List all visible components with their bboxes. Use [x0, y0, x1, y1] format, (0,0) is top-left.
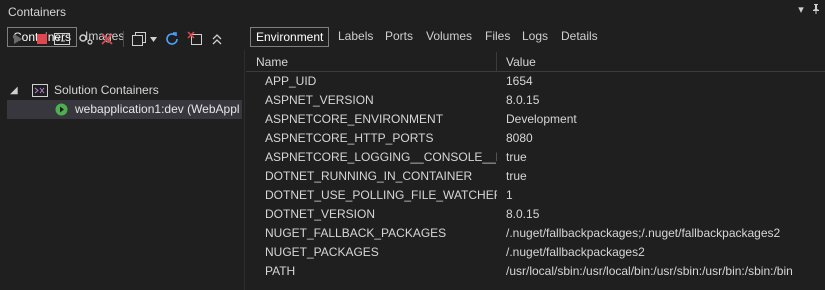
env-value: /.nuget/fallbackpackages2 — [506, 245, 645, 259]
env-value: 1654 — [506, 74, 533, 88]
expand-arrow-icon[interactable]: ◢ — [10, 81, 18, 100]
running-status-icon — [55, 103, 68, 119]
tree-item-webapplication1[interactable]: webapplication1:dev (WebAppl — [7, 100, 242, 119]
table-row[interactable]: APP_UID 1654 — [246, 71, 825, 90]
tab-files[interactable]: Files — [480, 27, 515, 46]
env-value: Development — [506, 112, 577, 126]
column-header-value[interactable]: Value — [506, 55, 536, 69]
start-icon[interactable] — [9, 30, 27, 48]
tree-item-solution-containers[interactable]: ◢ Solution Containers — [7, 81, 242, 100]
tab-ports[interactable]: Ports — [380, 27, 418, 46]
terminal-icon[interactable] — [53, 30, 71, 48]
env-name: NUGET_PACKAGES — [265, 245, 379, 259]
solution-icon — [32, 84, 48, 100]
table-row[interactable]: ASPNETCORE_HTTP_PORTS 8080 — [246, 128, 825, 147]
env-name: NUGET_FALLBACK_PACKAGES — [265, 226, 447, 240]
env-name: ASPNET_VERSION — [265, 93, 374, 107]
env-name: ASPNETCORE_ENVIRONMENT — [265, 112, 444, 126]
env-name: ASPNETCORE_LOGGING__CONSOLE__DISA... — [265, 150, 497, 164]
tab-logs[interactable]: Logs — [517, 27, 553, 46]
tab-details[interactable]: Details — [556, 27, 603, 46]
table-row[interactable]: DOTNET_RUNNING_IN_CONTAINER true — [246, 166, 825, 185]
env-value: true — [506, 169, 527, 183]
details-pane: Environment Labels Ports Volumes Files L… — [246, 24, 825, 290]
env-name: DOTNET_RUNNING_IN_CONTAINER — [265, 169, 473, 183]
env-value: /.nuget/fallbackpackages;/.nuget/fallbac… — [506, 226, 781, 240]
table-row[interactable]: NUGET_FALLBACK_PACKAGES /.nuget/fallback… — [246, 223, 825, 242]
env-value: 8080 — [506, 131, 533, 145]
tree-child-label: webapplication1:dev (WebAppl — [75, 102, 240, 116]
table-row[interactable]: DOTNET_USE_POLLING_FILE_WATCHER 1 — [246, 185, 825, 204]
tab-environment[interactable]: Environment — [250, 27, 330, 47]
delete-icon[interactable] — [98, 30, 116, 48]
env-name: DOTNET_VERSION — [265, 207, 376, 221]
env-name: APP_UID — [265, 74, 317, 88]
env-value: true — [506, 150, 527, 164]
containers-pane: Containers Images ◢ Solution Containers — [0, 24, 246, 290]
env-name: PATH — [265, 264, 296, 278]
table-row[interactable]: PATH /usr/local/sbin:/usr/local/bin:/usr… — [246, 261, 825, 280]
settings-icon[interactable] — [77, 30, 95, 48]
tab-volumes[interactable]: Volumes — [421, 27, 477, 46]
table-row[interactable]: ASPNETCORE_LOGGING__CONSOLE__DISA... tru… — [246, 147, 825, 166]
pin-icon[interactable] — [809, 3, 823, 18]
pane-splitter[interactable] — [244, 50, 245, 290]
column-divider[interactable] — [496, 52, 497, 71]
tree-root-label: Solution Containers — [54, 83, 159, 97]
env-value: 8.0.15 — [506, 93, 540, 107]
copy-files-icon[interactable] — [130, 30, 148, 48]
env-name: ASPNETCORE_HTTP_PORTS — [265, 131, 434, 145]
table-row[interactable]: ASPNET_VERSION 8.0.15 — [246, 90, 825, 109]
collapse-all-icon[interactable] — [208, 30, 226, 48]
stop-icon[interactable] — [33, 30, 51, 48]
toolbar-separator — [123, 31, 124, 47]
panel-title: Containers — [8, 5, 67, 19]
env-name: DOTNET_USE_POLLING_FILE_WATCHER — [265, 188, 497, 202]
env-value: /usr/local/sbin:/usr/local/bin:/usr/sbin… — [506, 264, 793, 278]
grid-header: Name Value — [246, 52, 825, 72]
env-value: 8.0.15 — [506, 207, 540, 221]
column-header-name[interactable]: Name — [256, 55, 288, 69]
panel-titlebar: Containers ▾ — [0, 0, 825, 24]
table-row[interactable]: NUGET_PACKAGES /.nuget/fallbackpackages2 — [246, 242, 825, 261]
dropdown-arrow-icon[interactable]: ▾ — [794, 3, 808, 16]
table-row[interactable]: ASPNETCORE_ENVIRONMENT Development — [246, 109, 825, 128]
chevron-down-icon[interactable] — [148, 30, 158, 48]
refresh-icon[interactable] — [163, 30, 181, 48]
tab-labels[interactable]: Labels — [333, 27, 378, 46]
prune-containers-icon[interactable] — [186, 30, 204, 48]
env-value: 1 — [506, 188, 513, 202]
table-row[interactable]: DOTNET_VERSION 8.0.15 — [246, 204, 825, 223]
